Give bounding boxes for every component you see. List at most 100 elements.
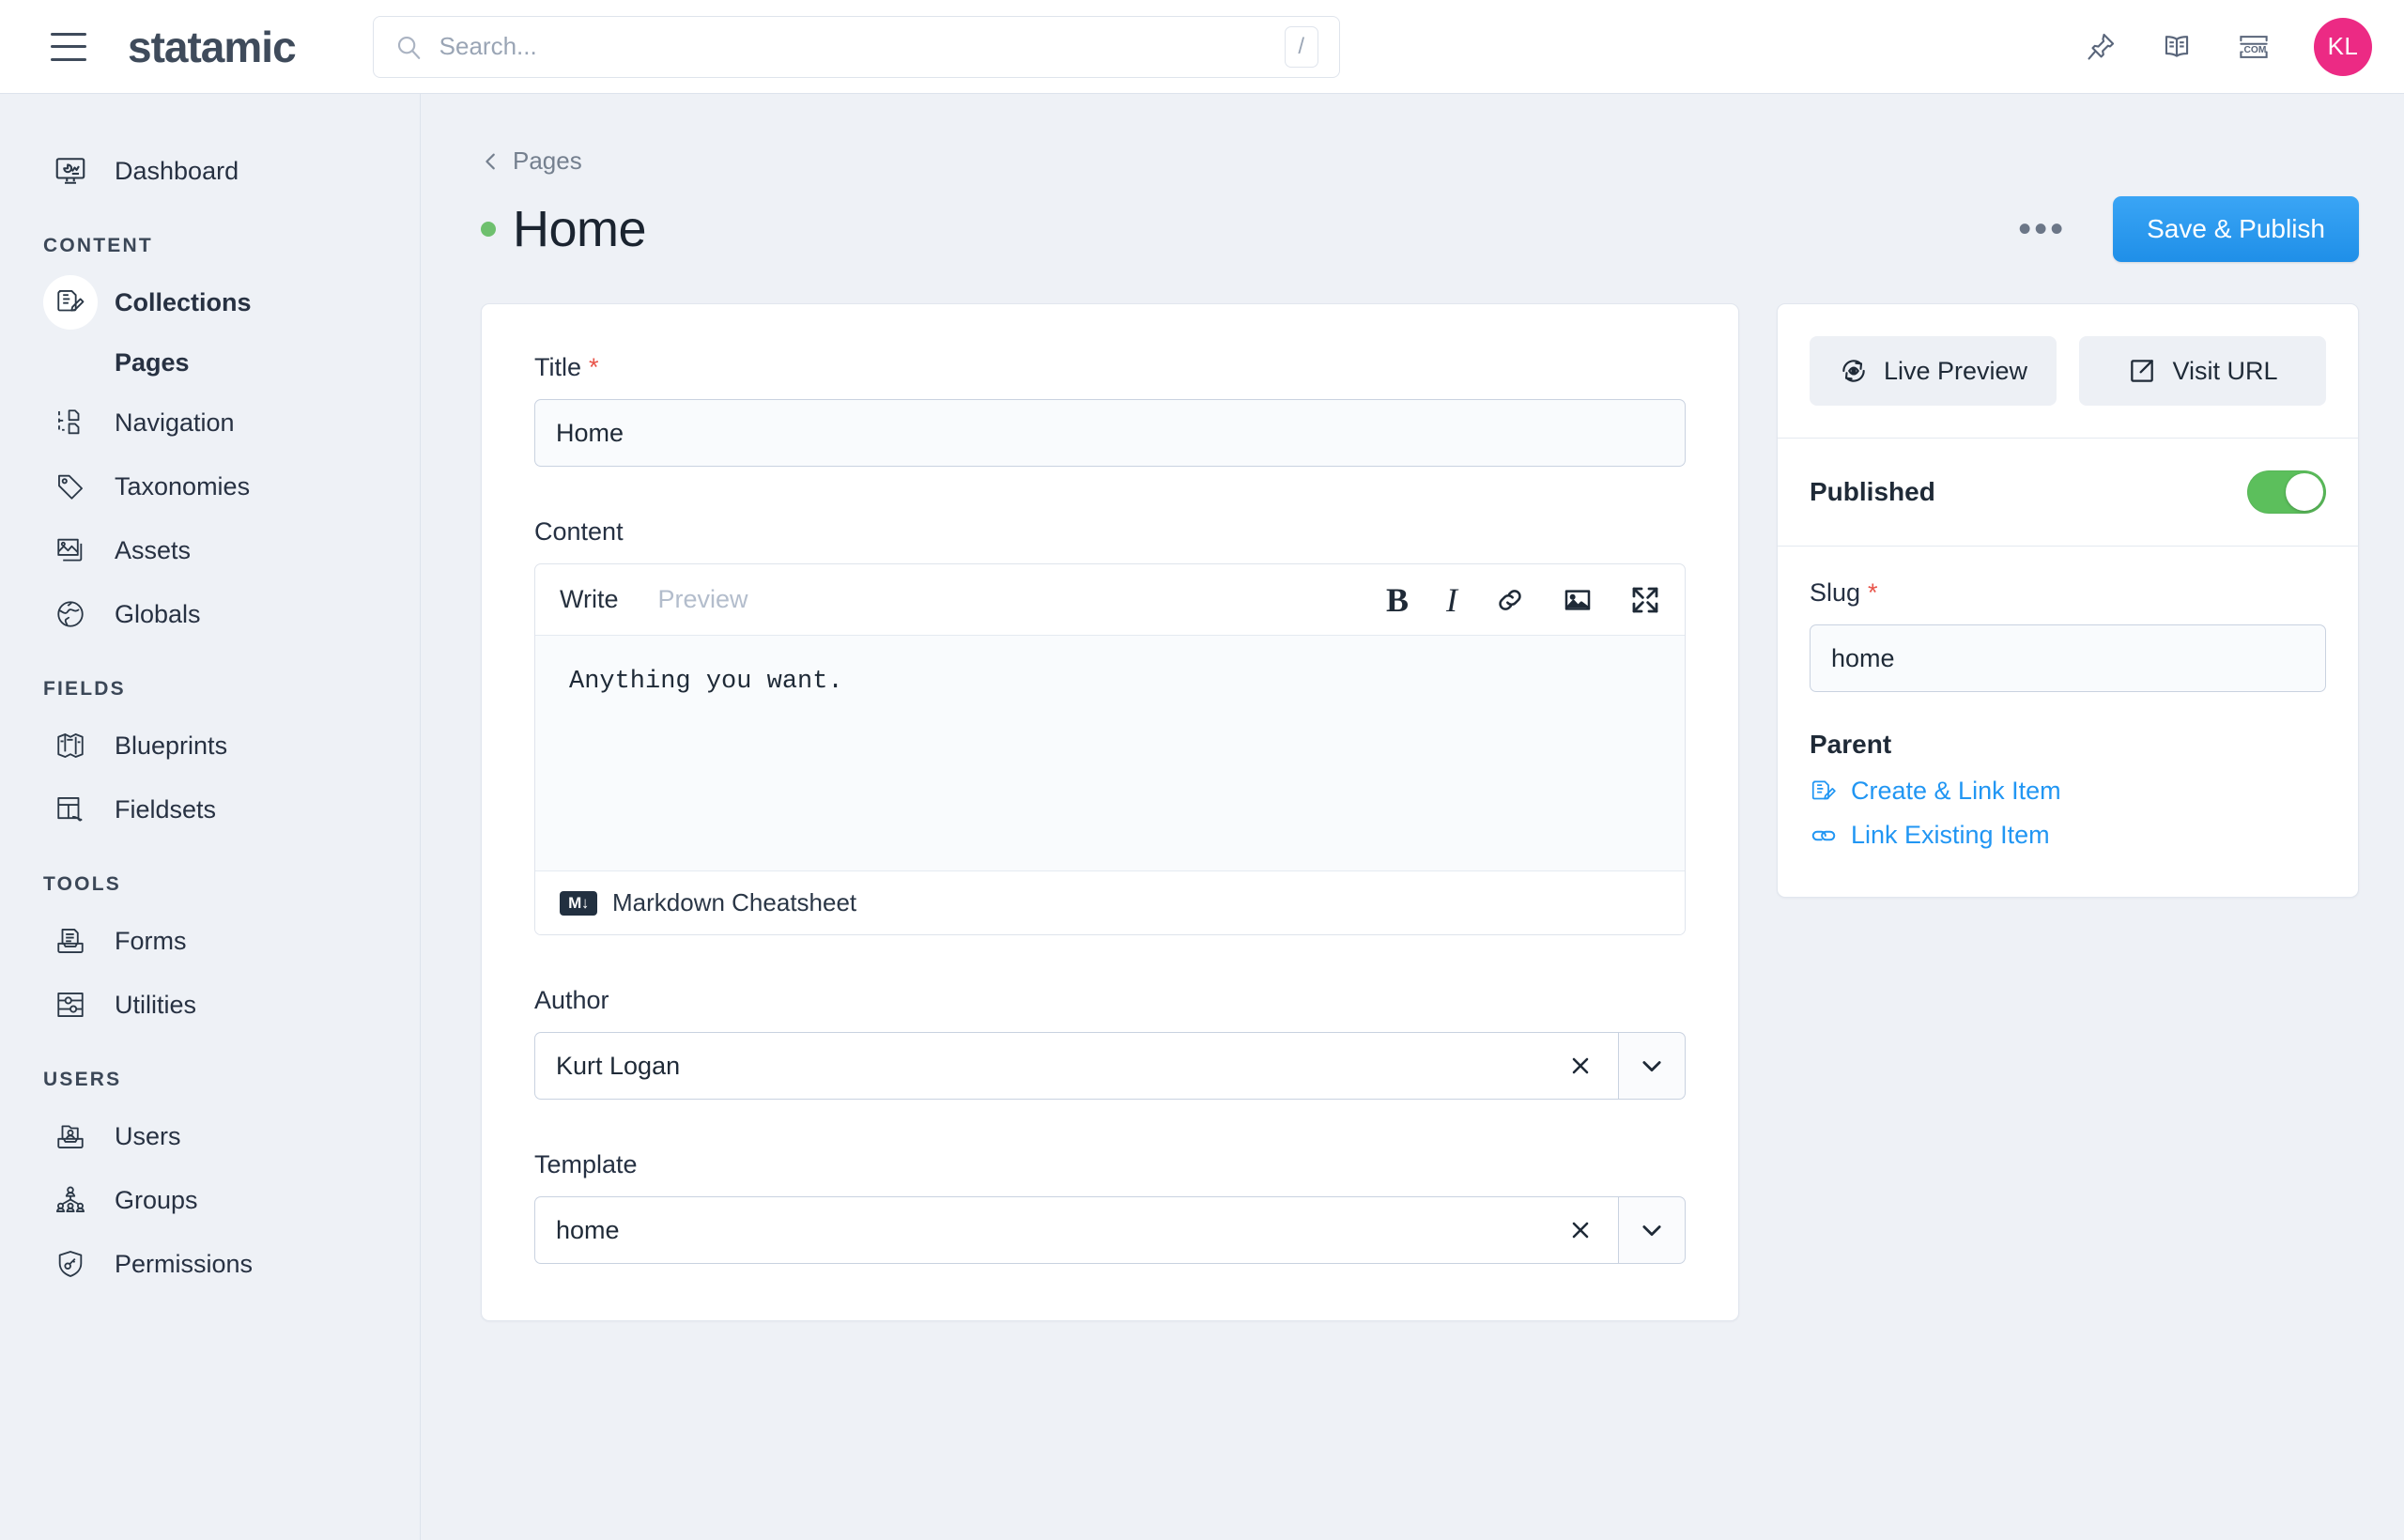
content-label-text: Content	[534, 517, 624, 546]
save-and-publish-button[interactable]: Save & Publish	[2113, 196, 2359, 262]
close-icon[interactable]	[1564, 1219, 1597, 1241]
sidebar-item-label: Fieldsets	[115, 794, 217, 824]
avatar[interactable]: KL	[2314, 17, 2372, 76]
sidebar-item-navigation[interactable]: Navigation	[0, 391, 420, 454]
live-preview-icon	[1842, 360, 1865, 382]
author-select: Kurt Logan	[534, 1032, 1686, 1100]
search-box[interactable]: /	[372, 15, 1340, 78]
image-icon[interactable]	[1563, 585, 1593, 615]
sidebar-item-label: Globals	[115, 599, 201, 628]
sidebar-item-label: Permissions	[115, 1249, 254, 1278]
parent-label: Parent	[1810, 730, 1892, 759]
italic-icon[interactable]: I	[1446, 580, 1457, 620]
collections-icon	[1811, 780, 1836, 799]
link-icon[interactable]	[1495, 585, 1525, 615]
sidebar-item-label: Blueprints	[115, 731, 228, 760]
markdown-footer: M↓ Markdown Cheatsheet	[535, 870, 1685, 934]
fieldset-icon	[43, 793, 98, 825]
sidebar-item-label: Assets	[115, 535, 192, 564]
slug-section: Slug * Parent Create & Link Item	[1778, 546, 2358, 897]
external-link-icon	[2131, 360, 2154, 382]
globe-icon	[43, 598, 98, 630]
template-label-text: Template	[534, 1150, 638, 1178]
author-select-value-box[interactable]: Kurt Logan	[534, 1032, 1618, 1100]
book-icon[interactable]	[2160, 31, 2194, 63]
sidebar-item-label: Users	[115, 1121, 181, 1150]
content-columns: Title * Content Write Preview	[481, 303, 2359, 1321]
bold-icon[interactable]: B	[1386, 580, 1409, 620]
app-body: Dashboard CONTENT Collections Pages Navi…	[0, 94, 2404, 1540]
pin-icon[interactable]	[2085, 31, 2117, 63]
sidebar-item-blueprints[interactable]: Blueprints	[0, 714, 420, 778]
sidebar-item-assets[interactable]: Assets	[0, 518, 420, 582]
sidebar-item-fieldsets[interactable]: Fieldsets	[0, 778, 420, 841]
user-inbox-icon	[43, 1120, 98, 1152]
chevron-down-icon	[1642, 1061, 1661, 1072]
author-select-chevron[interactable]	[1618, 1032, 1686, 1100]
sidebar-item-dashboard[interactable]: Dashboard	[0, 139, 420, 203]
main-content: Pages Home ••• Save & Publish Title * Ho…	[421, 94, 2404, 1540]
search-input[interactable]	[439, 32, 1285, 61]
top-bar: statamic /	[0, 0, 2404, 94]
dotcom-icon[interactable]: .COM	[2237, 33, 2271, 61]
page-header-actions: ••• Save & Publish	[2005, 196, 2359, 262]
markdown-cheatsheet-link[interactable]: Markdown Cheatsheet	[612, 888, 856, 917]
sidebar-item-taxonomies[interactable]: Taxonomies	[0, 454, 420, 518]
collections-icon	[43, 275, 98, 330]
slug-field-label: Slug *	[1810, 578, 2326, 608]
sidebar-item-forms[interactable]: Forms	[0, 909, 420, 973]
tab-write[interactable]: Write	[560, 585, 619, 614]
author-label-text: Author	[534, 986, 609, 1014]
slug-input[interactable]	[1810, 624, 2326, 692]
sidebar-item-globals[interactable]: Globals	[0, 582, 420, 646]
tab-preview[interactable]: Preview	[658, 585, 748, 614]
more-actions-button[interactable]: •••	[2005, 210, 2079, 248]
sidebar-heading-content: CONTENT	[43, 235, 153, 256]
sidebar-item-permissions[interactable]: Permissions	[0, 1232, 420, 1296]
sidebar-item-pages[interactable]: Pages	[0, 334, 420, 391]
create-and-link-item-link[interactable]: Create & Link Item	[1810, 777, 2326, 806]
title-input[interactable]	[534, 399, 1686, 467]
page-title: Home	[513, 201, 647, 257]
markdown-tool-buttons: B I	[1386, 580, 1660, 620]
sliders-icon	[43, 989, 98, 1021]
published-toggle[interactable]	[2247, 470, 2326, 514]
sidebar-item-users[interactable]: Users	[0, 1104, 420, 1168]
publish-form-card: Title * Content Write Preview	[481, 303, 1739, 1321]
brand-logo[interactable]: statamic	[128, 22, 297, 72]
template-select-value-box[interactable]: home	[534, 1196, 1618, 1264]
sidebar-item-utilities[interactable]: Utilities	[0, 973, 420, 1037]
title-label-text: Title	[534, 353, 582, 381]
title-field-label: Title *	[534, 353, 1686, 382]
page-header: Home ••• Save & Publish	[481, 196, 2359, 262]
expand-icon[interactable]	[1630, 585, 1660, 615]
image-stack-icon	[43, 534, 98, 566]
live-preview-label: Live Preview	[1883, 356, 2028, 385]
navigation-icon	[43, 407, 98, 439]
template-select-chevron[interactable]	[1618, 1196, 1686, 1264]
svg-text:.COM: .COM	[2242, 45, 2267, 55]
visit-url-button[interactable]: Visit URL	[2079, 336, 2326, 406]
sidebar-item-label: Forms	[115, 926, 187, 955]
sidebar-heading-users: USERS	[43, 1069, 122, 1090]
close-icon[interactable]	[1564, 1055, 1597, 1077]
sidebar-item-label: Pages	[115, 347, 190, 377]
breadcrumb[interactable]: Pages	[481, 146, 2359, 176]
hamburger-icon[interactable]	[51, 32, 86, 61]
live-preview-button[interactable]: Live Preview	[1810, 336, 2057, 406]
map-icon	[43, 730, 98, 762]
published-row: Published	[1778, 438, 2358, 546]
chevron-down-icon	[1642, 1225, 1661, 1237]
link-existing-item-link[interactable]: Link Existing Item	[1810, 821, 2326, 850]
sidebar-heading-tools: TOOLS	[43, 873, 121, 895]
markdown-textarea[interactable]: Anything you want.	[535, 636, 1685, 870]
chevron-left-icon	[485, 153, 495, 169]
visit-url-label: Visit URL	[2172, 356, 2278, 385]
sidebar-item-label: Navigation	[115, 408, 235, 437]
content-field: Content Write Preview B I Anything you w…	[534, 517, 1686, 935]
sidebar-item-groups[interactable]: Groups	[0, 1168, 420, 1232]
markdown-toolbar: Write Preview B I	[535, 564, 1685, 636]
sidebar-item-collections[interactable]: Collections	[0, 270, 420, 334]
top-bar-actions: .COM KL	[2085, 17, 2372, 76]
author-field: Author Kurt Logan	[534, 986, 1686, 1100]
